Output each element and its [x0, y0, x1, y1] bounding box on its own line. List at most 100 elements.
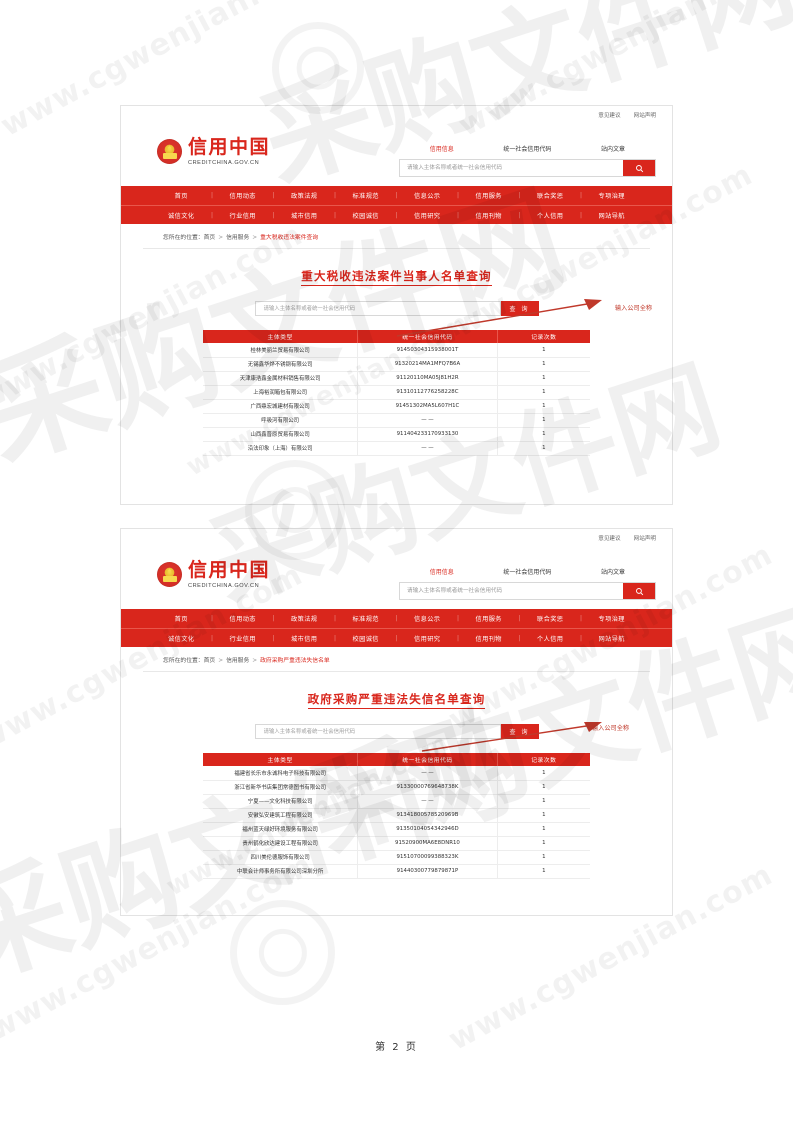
breadcrumb-item-credit-service[interactable]: 信用服务	[226, 658, 249, 664]
breadcrumb-separator: >	[252, 658, 258, 664]
table-row[interactable]: 天津康浩鑫金属材料销售有限公司 91120110MA05J81H2R 1	[203, 371, 590, 386]
cell-subject-name: 广西鼎宏城建材有限公司	[203, 399, 359, 414]
search-tab-site-article[interactable]: 站内文章	[570, 144, 656, 153]
table-row[interactable]: 浙江省新华书店集团常德图书有限公司 91330000769648738K 1	[203, 780, 590, 795]
nav-item-special-governance[interactable]: 专项治理	[582, 191, 641, 200]
nav-item-campus-integrity[interactable]: 校园诚信	[336, 634, 395, 643]
cell-uscc: 91310112776258228C	[357, 385, 498, 400]
global-search: 信用信息 统一社会信用代码 站内文章	[399, 555, 656, 600]
nav-item-city-credit[interactable]: 城市信用	[275, 211, 334, 220]
annotation-label-2: 输入公司全称	[592, 725, 630, 732]
table-row[interactable]: 无锡鑫华烨不锈钢有限公司 91320214MA1MFQ7B6A 1	[203, 357, 590, 372]
site-logo[interactable]: 信用中国 CREDITCHINA.GOV.CN	[157, 560, 270, 589]
search-tab-list: 信用信息 统一社会信用代码 站内文章	[399, 567, 656, 576]
nav-item-credit-research[interactable]: 信用研究	[398, 634, 457, 643]
table-row[interactable]: 上海裕润箱包有限公司 91310112776258228C 1	[203, 385, 590, 400]
nav-item-personal-credit[interactable]: 个人信用	[521, 211, 580, 220]
nav-item-personal-credit[interactable]: 个人信用	[521, 634, 580, 643]
query-submit-button[interactable]: 查 询	[500, 301, 539, 317]
nav-item-credit-news[interactable]: 信用动态	[213, 614, 272, 623]
breadcrumb-item-home[interactable]: 首页	[204, 235, 216, 241]
search-tab-credit-info[interactable]: 信用信息	[399, 144, 485, 153]
nav-item-integrity-culture[interactable]: 诚信文化	[152, 634, 211, 643]
cell-count: 1	[497, 780, 590, 795]
cell-subject-name: 无锡鑫华烨不锈钢有限公司	[203, 357, 359, 372]
query-search-input[interactable]	[254, 724, 501, 740]
cell-subject-name: 四川美伦德服饰有限公司	[203, 850, 359, 865]
global-search-input[interactable]	[400, 160, 623, 176]
search-tab-uscc[interactable]: 统一社会信用代码	[485, 567, 571, 576]
cell-uscc: 911404233170933130	[357, 427, 498, 442]
nav-item-credit-research[interactable]: 信用研究	[398, 211, 457, 220]
query-search-input[interactable]	[254, 301, 501, 317]
cell-subject-name: 沿法印象（上海）有限公司	[203, 441, 359, 456]
table-body: 福建省长乐市永诚科电子科技有限公司 — —1 浙江省新华书店集团常德图书有限公司 9…	[203, 766, 590, 879]
search-tab-site-article[interactable]: 站内文章	[570, 567, 656, 576]
table-row[interactable]: 四川美伦德服饰有限公司 91510700099388323K 1	[203, 850, 590, 865]
cell-subject-name: 安徽弘安建筑工程有限公司	[203, 808, 359, 823]
table-row[interactable]: 福州蓝天绿好环境服务有限公司 91350104054342946D 1	[203, 822, 590, 837]
table-row[interactable]: 桂林美丽兰贸易有限公司 91450304315938001T 1	[203, 343, 590, 358]
table-row[interactable]: 安徽弘安建筑工程有限公司 91341800578520969B 1	[203, 808, 590, 823]
nav-item-disclosure[interactable]: 信息公示	[398, 614, 457, 623]
top-link-statement[interactable]: 网站声明	[634, 534, 656, 542]
nav-item-campus-integrity[interactable]: 校园诚信	[336, 211, 395, 220]
nav-item-integrity-culture[interactable]: 诚信文化	[152, 211, 211, 220]
breadcrumb-prefix: 您所在的位置：	[163, 235, 204, 241]
cell-uscc: 91451302MA5L607H1C	[357, 399, 498, 414]
breadcrumb-current[interactable]: 重大税收违法案件查询	[260, 235, 318, 241]
cell-count: 1	[497, 864, 590, 879]
content-panel: 重大税收违法案件当事人名单查询 查 询 主体类型 统一社会信用代码 记录次数	[143, 248, 650, 456]
nav-item-credit-service[interactable]: 信用服务	[459, 191, 518, 200]
table-row[interactable]: 福建省长乐市永诚科电子科技有限公司 — —1	[203, 766, 590, 781]
cell-subject-name: 上海裕润箱包有限公司	[203, 385, 359, 400]
table-row[interactable]: 广西鼎宏城建材有限公司 91451302MA5L607H1C 1	[203, 399, 590, 414]
table-row[interactable]: 中联会计师事务所有限公司深圳分所 91440300779879871P 1	[203, 864, 590, 879]
nav-item-joint-rewards[interactable]: 联合奖惩	[521, 191, 580, 200]
nav-item-credit-news[interactable]: 信用动态	[213, 191, 272, 200]
table-row[interactable]: 沿法印象（上海）有限公司 — —1	[203, 441, 590, 456]
nav-item-site-map[interactable]: 网站导航	[582, 634, 641, 643]
nav-item-policy[interactable]: 政策法规	[275, 614, 334, 623]
cell-subject-name: 天津康浩鑫金属材料销售有限公司	[203, 371, 359, 386]
search-tab-credit-info[interactable]: 信用信息	[399, 567, 485, 576]
nav-item-industry-credit[interactable]: 行业信用	[213, 634, 272, 643]
global-search-button[interactable]	[623, 583, 655, 599]
nav-item-home[interactable]: 首页	[152, 614, 211, 623]
breadcrumb-item-home[interactable]: 首页	[204, 658, 216, 664]
nav-item-standards[interactable]: 标准规范	[336, 191, 395, 200]
nav-item-credit-publication[interactable]: 信用刊物	[459, 634, 518, 643]
query-submit-button[interactable]: 查 询	[500, 724, 539, 740]
nav-item-credit-service[interactable]: 信用服务	[459, 614, 518, 623]
nav-item-disclosure[interactable]: 信息公示	[398, 191, 457, 200]
cell-count: 1	[497, 399, 590, 414]
table-row[interactable]: 宁夏——文化科技有限公司 — —1	[203, 794, 590, 809]
search-row	[399, 159, 656, 177]
nav-item-industry-credit[interactable]: 行业信用	[213, 211, 272, 220]
nav-item-city-credit[interactable]: 城市信用	[275, 634, 334, 643]
cell-uscc: 91320214MA1MFQ7B6A	[357, 357, 498, 372]
global-search-input[interactable]	[400, 583, 623, 599]
nav-item-policy[interactable]: 政策法规	[275, 191, 334, 200]
primary-nav-row-1: 首页 | 信用动态 | 政策法规 | 标准规范 | 信息公示 | 信用服务 | …	[121, 186, 672, 205]
nav-item-site-map[interactable]: 网站导航	[582, 211, 641, 220]
nav-item-joint-rewards[interactable]: 联合奖惩	[521, 614, 580, 623]
table-row[interactable]: 呼吸河有限公司 — —1	[203, 413, 590, 428]
site-header: 信用中国 CREDITCHINA.GOV.CN 信用信息 统一社会信用代码 站内…	[121, 547, 672, 609]
site-logo[interactable]: 信用中国 CREDITCHINA.GOV.CN	[157, 137, 270, 166]
table-row[interactable]: 贵州鹤化欣达建设工程有限公司 91520900MA6E8DNR10 1	[203, 836, 590, 851]
nav-item-special-governance[interactable]: 专项治理	[582, 614, 641, 623]
top-link-feedback[interactable]: 意见建议	[598, 111, 620, 119]
search-tab-uscc[interactable]: 统一社会信用代码	[485, 144, 571, 153]
breadcrumb-item-credit-service[interactable]: 信用服务	[226, 235, 249, 241]
table-row[interactable]: 山西鑫晋原贸易有限公司 911404233170933130 1	[203, 427, 590, 442]
brand-name-en: CREDITCHINA.GOV.CN	[188, 159, 260, 166]
cell-count: 1	[497, 808, 590, 823]
breadcrumb-current[interactable]: 政府采购严重违法失信名单	[260, 658, 330, 664]
nav-item-standards[interactable]: 标准规范	[336, 614, 395, 623]
nav-item-credit-publication[interactable]: 信用刊物	[459, 211, 518, 220]
nav-item-home[interactable]: 首页	[152, 191, 211, 200]
top-link-feedback[interactable]: 意见建议	[598, 534, 620, 542]
top-link-statement[interactable]: 网站声明	[634, 111, 656, 119]
global-search-button[interactable]	[623, 160, 655, 176]
